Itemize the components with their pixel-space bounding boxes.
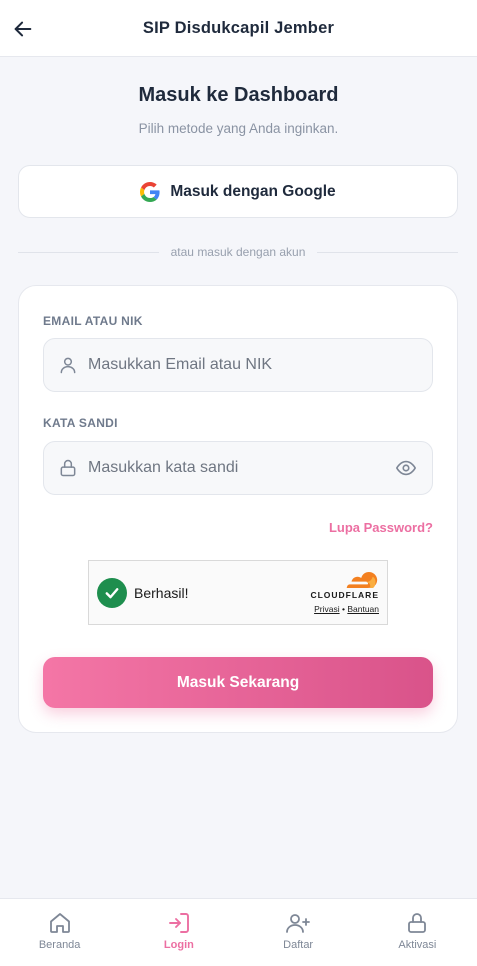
login-card: EMAIL ATAU NIK KATA SANDI Lupa Password? xyxy=(18,285,458,733)
help-link[interactable]: Bantuan xyxy=(347,604,379,614)
nav-label-aktivasi: Aktivasi xyxy=(398,939,437,951)
cloudflare-cloud-icon xyxy=(346,572,378,588)
email-label: EMAIL ATAU NIK xyxy=(43,314,143,328)
back-button[interactable] xyxy=(8,14,38,44)
eye-icon xyxy=(396,460,416,476)
cloudflare-links: Privasi • Bantuan xyxy=(299,604,379,614)
captcha-status: Berhasil! xyxy=(134,584,189,601)
password-label: KATA SANDI xyxy=(43,416,118,430)
app-title: SIP Disdukcapil Jember xyxy=(142,18,335,37)
google-signin-button[interactable]: Masuk dengan Google xyxy=(18,165,458,218)
top-app-bar: SIP Disdukcapil Jember xyxy=(0,0,477,57)
nav-item-login[interactable]: Login xyxy=(119,899,238,966)
nav-item-beranda[interactable]: Beranda xyxy=(0,899,119,966)
email-field[interactable] xyxy=(88,356,432,374)
nav-item-aktivasi[interactable]: Aktivasi xyxy=(358,899,477,966)
bottom-navigation: Beranda Login Daftar Aktivasi xyxy=(0,898,477,966)
nav-label-daftar: Daftar xyxy=(283,939,314,951)
email-input-wrapper xyxy=(43,338,433,392)
nav-label-login: Login xyxy=(163,939,194,951)
divider-line-right xyxy=(317,251,459,253)
lock-icon xyxy=(60,459,76,477)
forgot-password-link[interactable]: Lupa Password? xyxy=(329,520,433,535)
user-plus-icon xyxy=(286,914,311,933)
nav-label-beranda: Beranda xyxy=(38,939,81,951)
password-input-wrapper xyxy=(43,441,433,495)
user-icon xyxy=(60,357,76,374)
captcha-widget: Berhasil! CLOUDFLARE Privasi • Bantuan xyxy=(88,560,388,625)
login-submit-button[interactable]: Masuk Sekarang xyxy=(43,657,433,708)
success-check-icon xyxy=(97,577,127,608)
nav-item-daftar[interactable]: Daftar xyxy=(239,899,358,966)
privacy-link[interactable]: Privasi xyxy=(314,604,340,614)
divider-text: atau masuk dengan akun xyxy=(170,245,306,259)
cloudflare-branding: CLOUDFLARE Privasi • Bantuan xyxy=(299,571,379,614)
divider-line-left xyxy=(18,251,159,253)
google-signin-label: Masuk dengan Google xyxy=(170,182,336,200)
or-divider: atau masuk dengan akun xyxy=(18,244,459,260)
lock-icon xyxy=(408,913,427,933)
google-icon xyxy=(140,181,160,202)
page-subtitle: Pilih metode yang Anda inginkan. xyxy=(138,121,339,136)
page-title: Masuk ke Dashboard xyxy=(138,84,339,106)
link-separator: • xyxy=(341,604,345,614)
password-field[interactable] xyxy=(88,459,386,477)
toggle-password-visibility-button[interactable] xyxy=(386,448,426,488)
cloudflare-wordmark: CLOUDFLARE xyxy=(310,590,379,600)
home-icon xyxy=(49,913,70,933)
login-icon xyxy=(168,913,189,933)
arrow-left-icon xyxy=(14,21,32,37)
